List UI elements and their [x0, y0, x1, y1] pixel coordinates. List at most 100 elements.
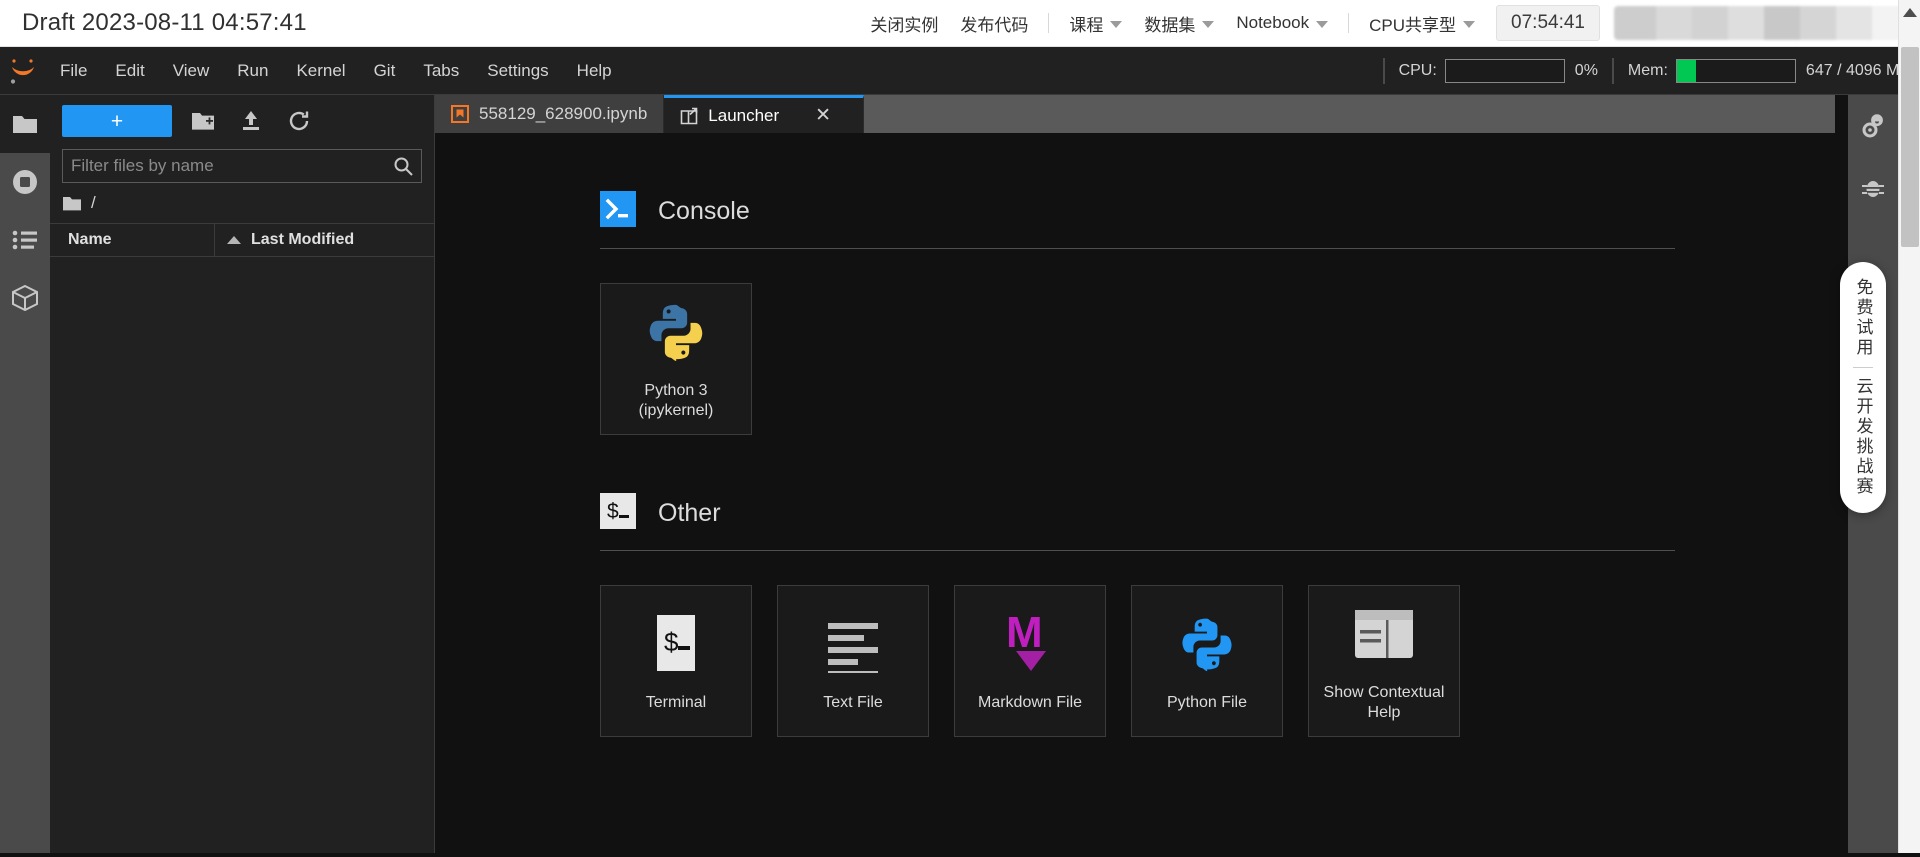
commands-list-icon	[12, 230, 37, 250]
folder-icon	[13, 116, 37, 133]
tab-close-button[interactable]: ✕	[815, 104, 831, 127]
redacted-account-area	[1614, 6, 1914, 40]
cpu-label: CPU:	[1398, 61, 1437, 79]
sidebar-item-property-inspector[interactable]	[1848, 95, 1898, 157]
card-label-line2: Help	[1367, 704, 1401, 721]
tab-notebook-label: 558129_628900.ipynb	[479, 104, 648, 123]
nav-courses-label: 课程	[1069, 15, 1104, 35]
text-file-icon	[824, 609, 882, 679]
menu-settings[interactable]: Settings	[473, 47, 562, 95]
console-section-divider	[600, 248, 1675, 249]
other-section-title: Other	[658, 499, 721, 527]
tab-launcher[interactable]: Launcher ✕	[664, 95, 865, 133]
terminal-prompt-icon	[600, 191, 636, 232]
jupyter-logo	[0, 56, 46, 86]
launcher-section-console: Console Python 3 (ipykernel)	[435, 133, 1835, 435]
scroll-up-button[interactable]	[1898, 0, 1920, 47]
running-sessions-icon	[13, 170, 37, 194]
file-browser-panel: + Filter files by name / Name Last Modif…	[50, 95, 435, 853]
file-filter-box[interactable]	[62, 149, 422, 183]
column-header-name[interactable]: Name	[50, 223, 215, 257]
notebook-icon	[451, 105, 469, 123]
other-card-row: $ Terminal Text File M Markdown File Pyt…	[600, 585, 1675, 737]
nav-divider-1	[1048, 13, 1050, 33]
nav-datasets[interactable]: 数据集	[1133, 0, 1225, 47]
debugger-bug-icon	[1862, 181, 1884, 197]
launcher-card-python3-console[interactable]: Python 3 (ipykernel)	[600, 283, 752, 435]
sidebar-item-debugger[interactable]	[1848, 157, 1898, 219]
contextual-help-icon	[1353, 599, 1415, 669]
nav-close-instance[interactable]: 关闭实例	[859, 0, 949, 47]
triangle-up-icon	[1902, 8, 1917, 17]
terminal-file-icon: $	[651, 609, 701, 679]
sidebar-item-commands[interactable]	[0, 211, 50, 269]
tab-notebook[interactable]: 558129_628900.ipynb	[435, 95, 665, 133]
menu-help-label: Help	[576, 60, 612, 80]
nav-cpu-type-label: CPU共享型	[1369, 15, 1457, 35]
column-header-last-modified[interactable]: Last Modified	[215, 223, 434, 257]
sidebar-item-running-sessions[interactable]	[0, 153, 50, 211]
menu-tabs[interactable]: Tabs	[409, 47, 473, 95]
menu-file-label: File	[60, 60, 88, 80]
search-input[interactable]	[71, 156, 393, 176]
nav-divider-2	[1348, 13, 1350, 33]
file-browser-toolbar: +	[50, 95, 434, 147]
launcher-card-python-file[interactable]: Python File	[1131, 585, 1283, 737]
python-file-icon	[1178, 609, 1236, 679]
new-launcher-button[interactable]: +	[62, 105, 172, 137]
file-list[interactable]	[50, 257, 434, 857]
breadcrumb[interactable]: /	[50, 183, 434, 223]
refresh-file-list-button[interactable]	[282, 105, 316, 137]
refresh-icon	[289, 111, 309, 131]
upload-icon	[243, 111, 259, 130]
scrollbar-thumb[interactable]	[1901, 47, 1919, 247]
menu-view[interactable]: View	[159, 47, 224, 95]
launcher-card-terminal[interactable]: $ Terminal	[600, 585, 752, 737]
nav-notebook[interactable]: Notebook	[1225, 0, 1339, 47]
launcher-card-contextual-help-label: Show Contextual Help	[1317, 683, 1451, 723]
resource-status-area: CPU: 0% Mem: 647 / 4096 MB	[1369, 47, 1920, 95]
sidebar-item-file-browser[interactable]	[0, 95, 50, 153]
launcher-icon	[680, 107, 698, 124]
menu-tabs-label: Tabs	[423, 60, 460, 80]
svg-text:$: $	[607, 500, 619, 523]
nav-publish-code[interactable]: 发布代码	[949, 0, 1039, 47]
folder-icon	[63, 196, 81, 210]
launcher-card-markdown-file-label: Markdown File	[977, 694, 1083, 711]
menu-edit-label: Edit	[115, 60, 145, 80]
promo-free-trial-banner[interactable]: 免费试用 云开发挑战赛	[1840, 262, 1886, 513]
menu-view-label: View	[172, 60, 210, 80]
session-timer: 07:54:41	[1496, 5, 1600, 41]
menu-run[interactable]: Run	[223, 47, 282, 95]
other-section-divider	[600, 550, 1675, 551]
menu-help[interactable]: Help	[563, 47, 626, 95]
upload-files-button[interactable]	[234, 105, 268, 137]
mem-gauge	[1675, 58, 1796, 83]
promo-divider	[1853, 367, 1873, 368]
menu-kernel[interactable]: Kernel	[282, 47, 359, 95]
launcher-card-contextual-help[interactable]: Show Contextual Help	[1308, 585, 1460, 737]
property-inspector-icon	[1862, 114, 1883, 138]
column-header-last-modified-label: Last Modified	[251, 231, 355, 248]
launcher-card-text-file[interactable]: Text File	[777, 585, 929, 737]
tab-bar: 558129_628900.ipynb Launcher ✕	[435, 95, 1835, 133]
nav-cpu-type[interactable]: CPU共享型	[1358, 0, 1486, 47]
svg-text:M: M	[1006, 613, 1043, 657]
page-scrollbar[interactable]	[1898, 47, 1920, 853]
new-folder-button[interactable]	[186, 105, 220, 137]
card-label-line2: (ipykernel)	[638, 402, 714, 419]
nav-courses[interactable]: 课程	[1058, 0, 1133, 47]
mem-label: Mem:	[1627, 61, 1668, 79]
main-dock-area: 558129_628900.ipynb Launcher ✕ Console P…	[435, 95, 1835, 853]
package-box-icon	[12, 285, 38, 311]
menu-git-label: Git	[373, 60, 396, 80]
file-list-header: Name Last Modified	[50, 223, 434, 257]
card-label-line1: Python 3	[644, 382, 708, 399]
menu-file[interactable]: File	[46, 47, 101, 95]
menu-edit[interactable]: Edit	[101, 47, 158, 95]
menu-git[interactable]: Git	[360, 47, 410, 95]
launcher-card-terminal-label: Terminal	[645, 694, 707, 711]
nav-datasets-label: 数据集	[1144, 15, 1196, 35]
launcher-card-markdown-file[interactable]: M Markdown File	[954, 585, 1106, 737]
sidebar-item-extension-manager[interactable]	[0, 269, 50, 327]
